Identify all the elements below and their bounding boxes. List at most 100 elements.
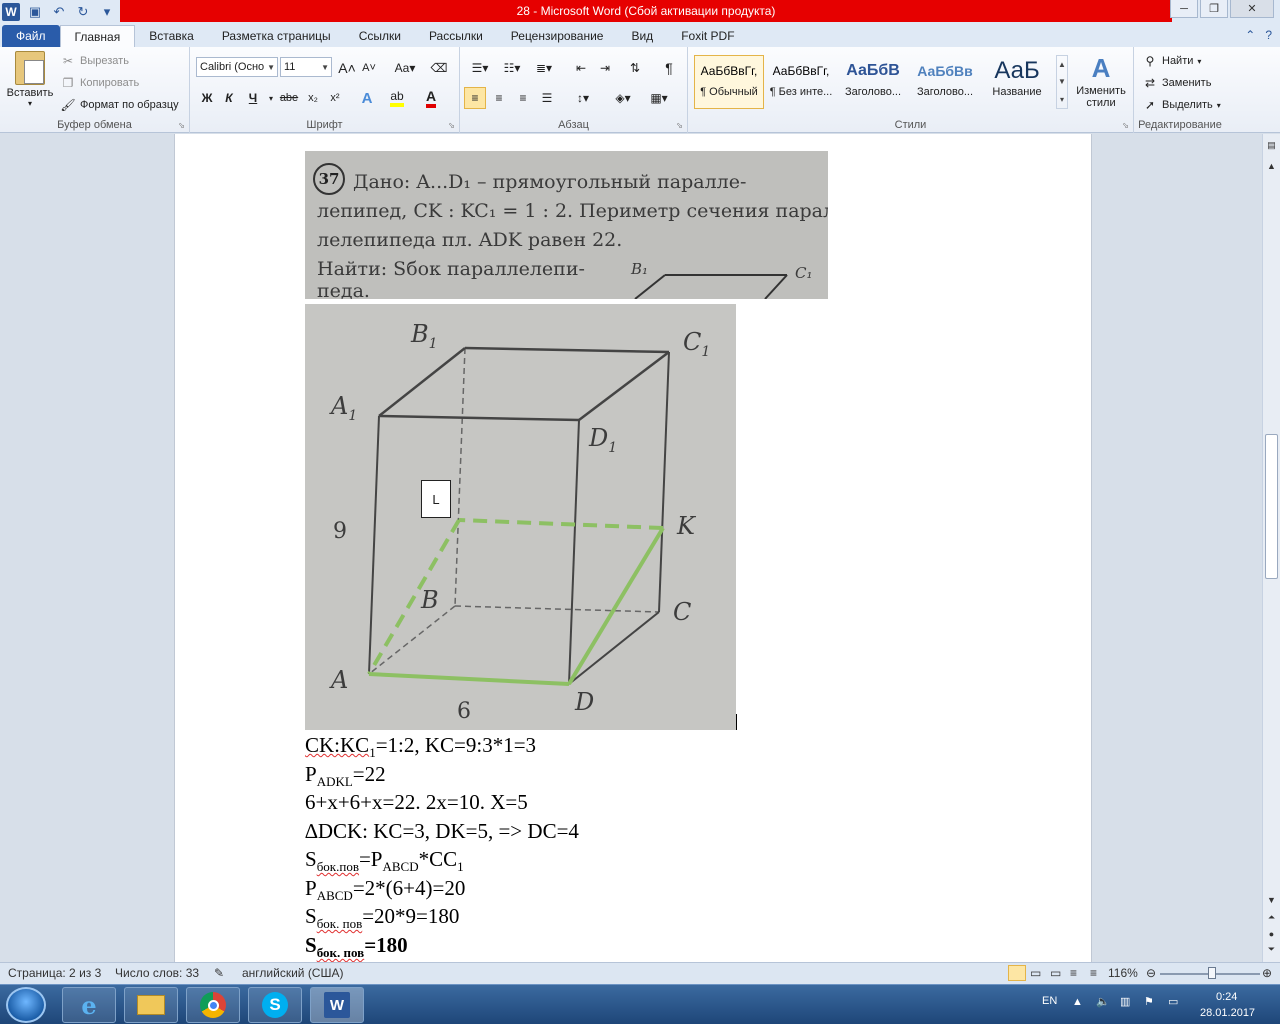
align-left-icon[interactable]: ≡ bbox=[464, 87, 486, 109]
restore-icon[interactable]: ❐ bbox=[1200, 0, 1228, 18]
file-explorer-icon[interactable] bbox=[124, 987, 178, 1023]
dialog-launcher-icon[interactable]: ⬂ bbox=[178, 121, 185, 130]
strikethrough-button[interactable]: abe bbox=[278, 87, 300, 109]
word-logo-icon[interactable]: W bbox=[2, 3, 20, 21]
collapse-ribbon-icon[interactable]: ⌃ bbox=[1245, 28, 1255, 42]
save-icon[interactable]: ▣ bbox=[26, 3, 44, 21]
numbering-icon[interactable]: ☷▾ bbox=[498, 57, 526, 79]
zoom-level[interactable]: 116% bbox=[1108, 966, 1138, 980]
chrome-icon[interactable] bbox=[186, 987, 240, 1023]
subscript-button[interactable]: x₂ bbox=[302, 87, 324, 109]
tab-view[interactable]: Вид bbox=[617, 25, 667, 47]
tab-references[interactable]: Ссылки bbox=[345, 25, 415, 47]
format-painter-button[interactable]: 🖌 Формат по образцу bbox=[60, 97, 178, 113]
tab-insert[interactable]: Вставка bbox=[135, 25, 208, 47]
draft-view-icon[interactable]: ≡ bbox=[1090, 966, 1097, 980]
tab-foxit-pdf[interactable]: Foxit PDF bbox=[667, 25, 748, 47]
redo-icon[interactable]: ↻ bbox=[74, 3, 92, 21]
style-normal[interactable]: АаБбВвГг, ¶ Обычный bbox=[694, 55, 764, 109]
tab-file[interactable]: Файл bbox=[2, 25, 60, 47]
help-icon[interactable]: ? bbox=[1265, 28, 1272, 42]
bullets-icon[interactable]: ☰▾ bbox=[466, 57, 494, 79]
vertical-scrollbar[interactable]: ▤ ▲ ▼ ⏶ ● ⏷ bbox=[1262, 134, 1280, 962]
scroll-down-icon[interactable]: ▼ bbox=[1264, 892, 1279, 907]
change-styles-button[interactable]: A Изменить стили bbox=[1072, 53, 1130, 109]
solution-line-2[interactable]: PADKL=22 bbox=[305, 762, 386, 790]
solution-line-3[interactable]: 6+x+6+x=22. 2x=10. X=5 bbox=[305, 790, 528, 815]
find-button[interactable]: ⚲ Найти ▾ bbox=[1142, 53, 1202, 69]
solution-line-5[interactable]: Sбок.пов=PABCD*CC1 bbox=[305, 847, 464, 875]
font-size-combo[interactable]: 11 ▼ bbox=[280, 57, 332, 77]
start-button-icon[interactable] bbox=[6, 987, 46, 1023]
grow-font-button[interactable]: A ˄ bbox=[336, 57, 358, 79]
style-no-spacing[interactable]: АаБбВвГг, ¶ Без инте... bbox=[766, 55, 836, 109]
solution-line-7[interactable]: Sбок. пов=20*9=180 bbox=[305, 904, 459, 932]
superscript-button[interactable]: x² bbox=[324, 87, 346, 109]
font-name-combo[interactable]: Calibri (Осно ▼ bbox=[196, 57, 278, 77]
style-heading-1[interactable]: АаБбВ Заголово... bbox=[838, 55, 908, 109]
align-center-icon[interactable]: ≡ bbox=[488, 87, 510, 109]
align-right-icon[interactable]: ≡ bbox=[512, 87, 534, 109]
text-effects-icon[interactable]: A bbox=[356, 87, 378, 109]
zoom-in-icon[interactable]: ⊕ bbox=[1262, 966, 1272, 980]
solution-line-6[interactable]: PABCD=2*(6+4)=20 bbox=[305, 876, 465, 904]
outline-view-icon[interactable]: ≡ bbox=[1070, 966, 1077, 980]
solution-line-1[interactable]: CK:KC1=1:2, KC=9:3*1=3 bbox=[305, 733, 536, 761]
scroll-up-icon[interactable]: ▲ bbox=[1264, 158, 1279, 173]
tab-page-layout[interactable]: Разметка страницы bbox=[208, 25, 345, 47]
justify-icon[interactable]: ☰ bbox=[536, 87, 558, 109]
shading-icon[interactable]: ◈▾ bbox=[608, 87, 638, 109]
customize-qat-icon[interactable]: ▾ bbox=[98, 3, 116, 21]
page-count[interactable]: Страница: 2 из 3 bbox=[8, 966, 101, 980]
browse-object-icon[interactable]: ● bbox=[1264, 926, 1279, 941]
scroll-thumb[interactable] bbox=[1265, 434, 1278, 579]
change-case-button[interactable]: Aa ▾ bbox=[390, 57, 420, 79]
document-area[interactable]: 37 Дано: A...D₁ – прямоугольный паралле-… bbox=[0, 134, 1262, 962]
shrink-font-button[interactable]: A ˅ bbox=[358, 57, 380, 79]
network-icon[interactable]: ▥ bbox=[1120, 995, 1130, 1008]
increase-indent-icon[interactable]: ⇥ bbox=[594, 57, 616, 79]
sort-icon[interactable]: ⇅ bbox=[624, 57, 646, 79]
zoom-thumb[interactable] bbox=[1208, 967, 1216, 979]
proofing-icon[interactable]: ✎ bbox=[214, 966, 224, 980]
italic-button[interactable]: К bbox=[218, 87, 240, 109]
chevron-up-icon[interactable]: ▲ bbox=[1058, 60, 1066, 69]
more-icon[interactable]: ▾ bbox=[1060, 95, 1064, 104]
clear-formatting-icon[interactable]: ⌫ bbox=[428, 57, 450, 79]
chevron-down-icon[interactable]: ▼ bbox=[1058, 77, 1066, 86]
tab-mailings[interactable]: Рассылки bbox=[415, 25, 497, 47]
power-icon[interactable]: ▭ bbox=[1168, 995, 1178, 1008]
solution-line-8[interactable]: Sбок. пов=180 bbox=[305, 933, 408, 961]
paste-button[interactable]: Вставить ▾ bbox=[6, 51, 54, 108]
select-button[interactable]: ➚ Выделить ▾ bbox=[1142, 97, 1221, 113]
style-title[interactable]: АаБ Название bbox=[982, 55, 1052, 109]
dialog-launcher-icon[interactable]: ⬂ bbox=[448, 121, 455, 130]
previous-page-icon[interactable]: ⏶ bbox=[1264, 910, 1279, 925]
web-layout-view-icon[interactable]: ▭ bbox=[1050, 966, 1061, 980]
copy-button[interactable]: ❐ Копировать bbox=[60, 75, 140, 91]
skype-icon[interactable]: S bbox=[248, 987, 302, 1023]
line-spacing-icon[interactable]: ↕▾ bbox=[568, 87, 598, 109]
zoom-out-icon[interactable]: ⊖ bbox=[1146, 966, 1156, 980]
multilevel-list-icon[interactable]: ≣▾ bbox=[530, 57, 558, 79]
solution-line-4[interactable]: ∆DCK: KC=3, DK=5, => DC=4 bbox=[305, 819, 579, 844]
highlight-icon[interactable]: ab bbox=[386, 87, 408, 109]
font-color-icon[interactable]: A bbox=[420, 87, 442, 109]
show-hidden-icons-icon[interactable]: ▲ bbox=[1072, 996, 1083, 1008]
minimize-icon[interactable]: ─ bbox=[1170, 0, 1198, 18]
volume-icon[interactable]: 🔈 bbox=[1096, 995, 1110, 1008]
paste-dropdown-icon[interactable]: ▾ bbox=[6, 99, 54, 108]
full-screen-view-icon[interactable]: ▭ bbox=[1030, 966, 1041, 980]
tab-home[interactable]: Главная bbox=[59, 25, 136, 47]
internet-explorer-icon[interactable]: e bbox=[62, 987, 116, 1023]
input-language[interactable]: EN bbox=[1042, 995, 1057, 1007]
next-page-icon[interactable]: ⏷ bbox=[1264, 942, 1279, 957]
action-center-icon[interactable]: ⚑ bbox=[1144, 995, 1154, 1008]
document-page[interactable]: 37 Дано: A...D₁ – прямоугольный паралле-… bbox=[174, 134, 1092, 962]
language-status[interactable]: английский (США) bbox=[242, 966, 343, 980]
tab-review[interactable]: Рецензирование bbox=[497, 25, 618, 47]
undo-icon[interactable]: ↶ bbox=[50, 3, 68, 21]
replace-button[interactable]: ⇄ Заменить bbox=[1142, 75, 1211, 91]
word-count[interactable]: Число слов: 33 bbox=[115, 966, 199, 980]
print-layout-view-icon[interactable] bbox=[1008, 965, 1026, 981]
